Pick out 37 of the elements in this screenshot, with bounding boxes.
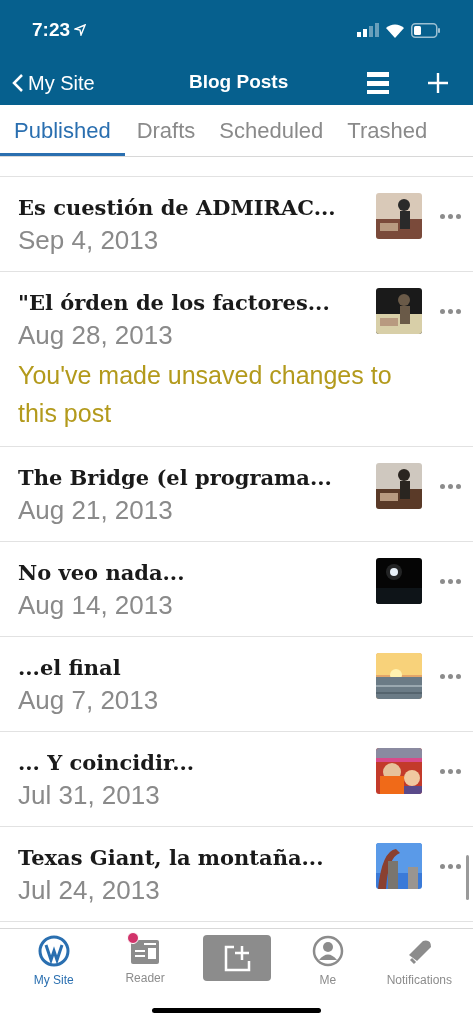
- post-date: Aug 28, 2013: [18, 319, 174, 352]
- screen-title: Blog Posts: [189, 70, 289, 95]
- post-title[interactable]: Texas Giant, la montaña...: [18, 843, 376, 873]
- add-icon[interactable]: [427, 71, 449, 94]
- post-date: Jul 31, 2013: [18, 779, 161, 812]
- location-arrow-icon: [74, 24, 87, 36]
- post-title[interactable]: The Bridge (el programa...: [18, 463, 376, 493]
- post-date: Aug 7, 2013: [18, 684, 160, 717]
- post-title[interactable]: "El órden de los factores...: [18, 288, 376, 318]
- tab-bar-item[interactable]: Notifications: [373, 935, 466, 989]
- post-date: Aug 21, 2013: [18, 494, 174, 527]
- post-title[interactable]: Es cuestión de ADMIRAC...: [18, 193, 376, 223]
- unsaved-notice: You've made unsaved changes to this post: [18, 360, 393, 429]
- post-title[interactable]: ...el final: [18, 653, 376, 683]
- signal-icon: [357, 23, 379, 37]
- back-button[interactable]: My Site: [12, 67, 95, 98]
- profile-icon: [311, 935, 344, 967]
- list-view-icon[interactable]: [367, 71, 389, 94]
- wordpress-logo-icon: [37, 935, 70, 967]
- post-date: Aug 14, 2013: [18, 589, 174, 622]
- tab-bar-item[interactable]: Reader: [99, 935, 191, 987]
- tab[interactable]: Trashed: [335, 105, 440, 156]
- post-title[interactable]: No veo nada...: [18, 558, 376, 588]
- tab-bar-item[interactable]: My Site: [8, 935, 100, 989]
- tab[interactable]: Scheduled: [207, 105, 336, 156]
- post-date: Sep 4, 2013: [18, 224, 160, 257]
- tab[interactable]: Published: [0, 105, 125, 156]
- clock-time: 7:23: [32, 17, 71, 42]
- post-date: Jul 24, 2013: [18, 874, 161, 907]
- battery-icon: [411, 22, 441, 38]
- tab-bar-item[interactable]: Me: [282, 935, 374, 989]
- chevron-left-icon: [12, 72, 24, 93]
- post-title[interactable]: ... Y coincidir...: [18, 748, 376, 778]
- tab[interactable]: Drafts: [124, 105, 208, 156]
- scroll-bar: [466, 855, 469, 900]
- compose-button[interactable]: [202, 935, 271, 981]
- wifi-icon: [385, 22, 405, 38]
